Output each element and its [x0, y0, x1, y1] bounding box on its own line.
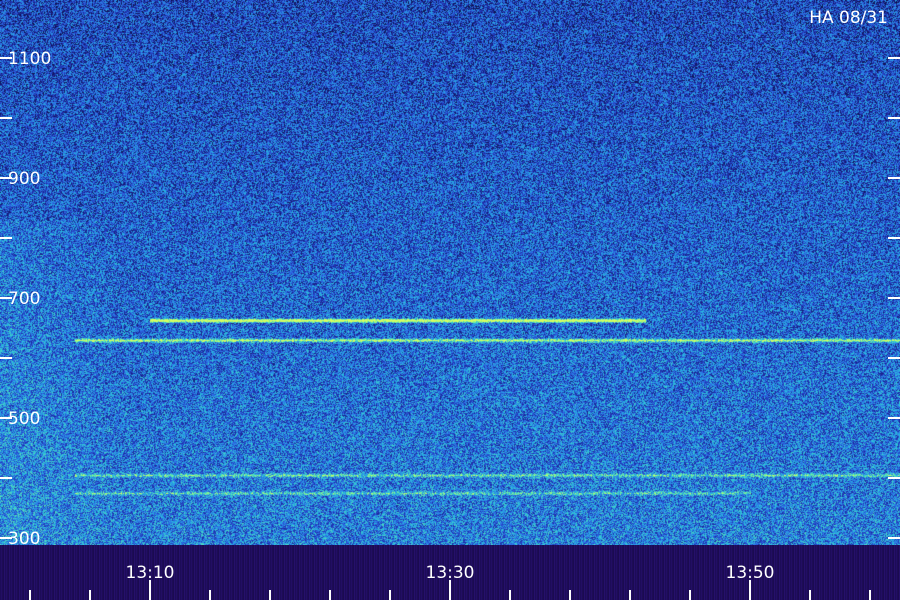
y-tick-label: 700: [8, 289, 40, 309]
y-tick-label: 900: [8, 169, 40, 189]
x-tick-label: 13:50: [726, 563, 775, 583]
chart-title: HA 08/31: [809, 8, 888, 28]
y-tick-label: 500: [8, 409, 40, 429]
y-tick-label: 1100: [8, 49, 51, 69]
y-axis: 1100 900 700 500 300: [0, 49, 900, 549]
spectrogram: HA 08/31 1100 900 700 500 300 13:10 13:30 13:5…: [0, 0, 900, 600]
x-axis: 13:10 13:30 13:50: [29, 563, 871, 600]
x-tick-label: 13:10: [126, 563, 175, 583]
x-tick-label: 13:30: [426, 563, 475, 583]
y-tick-label: 300: [8, 529, 40, 549]
axes-overlay: HA 08/31 1100 900 700 500 300 13:10 13:30 13:5…: [0, 8, 900, 600]
